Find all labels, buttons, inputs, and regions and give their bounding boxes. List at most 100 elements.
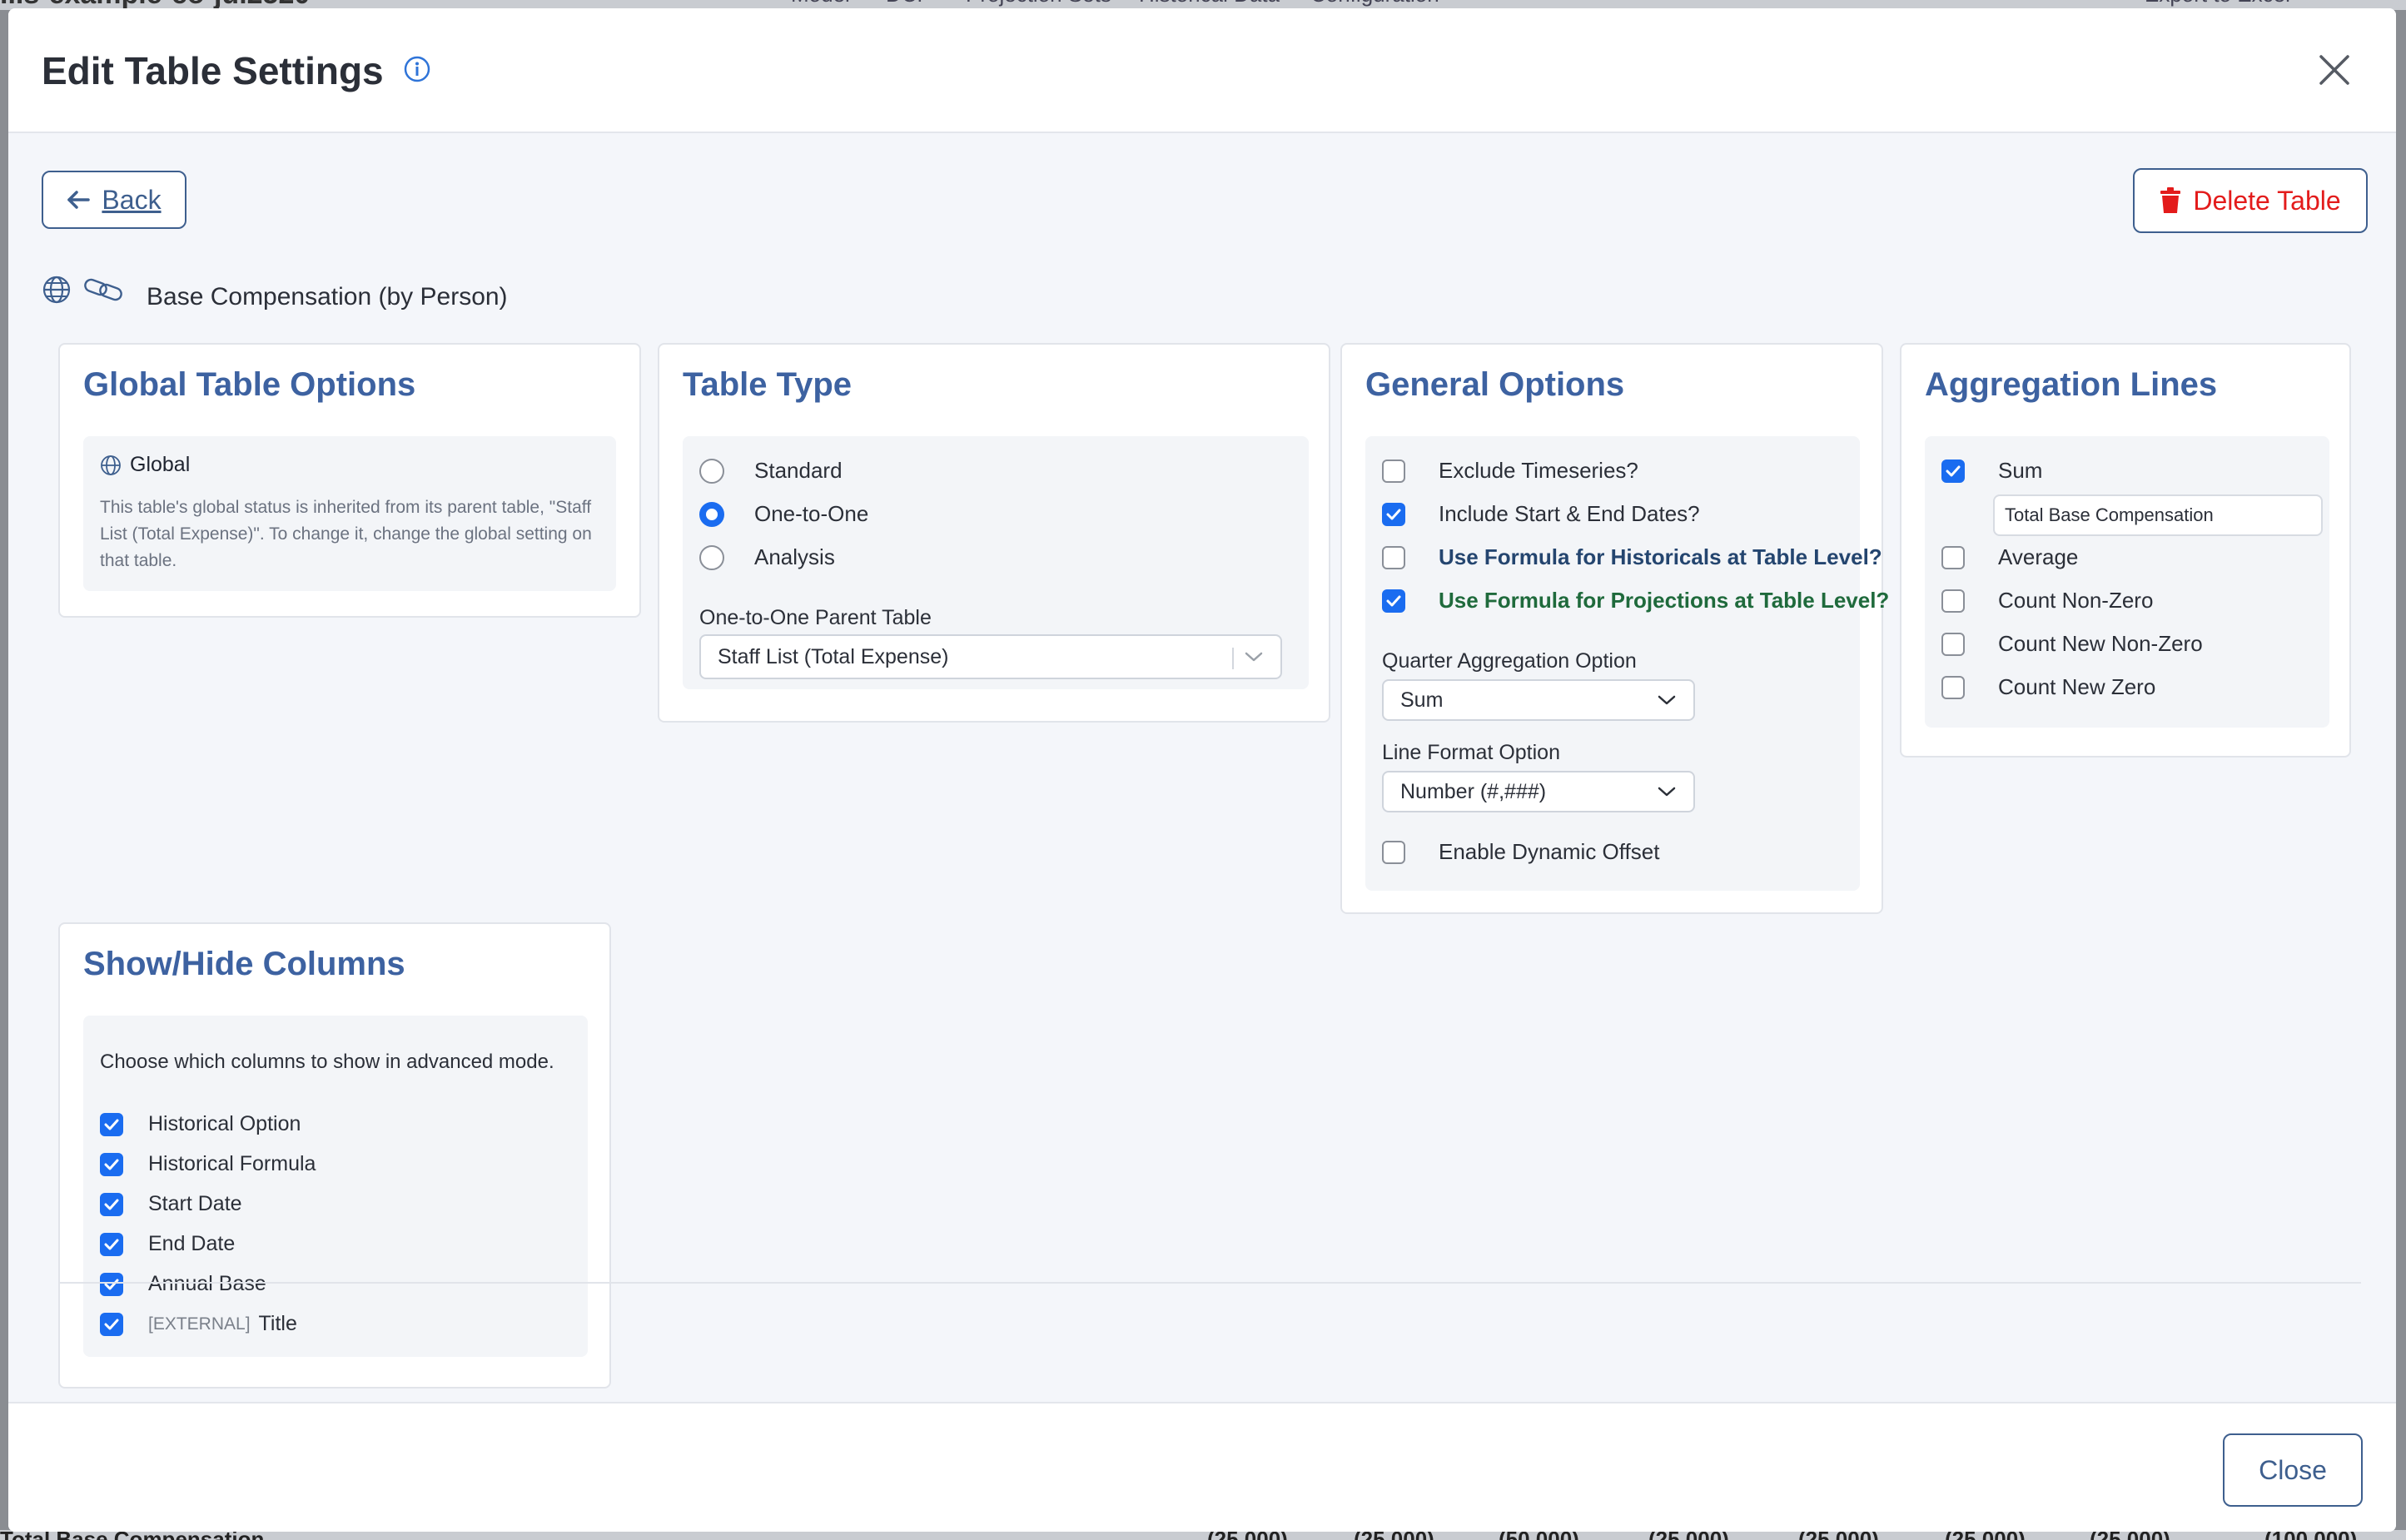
check-icon (104, 1319, 119, 1329)
checkbox[interactable] (1941, 459, 1965, 483)
global-status-label: Global (130, 453, 191, 476)
columns-hint: Choose which columns to show in advanced… (100, 1051, 554, 1073)
show-hide-columns-card: Show/Hide Columns Choose which columns t… (58, 922, 611, 1388)
checkbox-label: Use Formula for Projections at Table Lev… (1439, 588, 1890, 613)
aggregation-count-new-non-zero-option[interactable]: Count New Non-Zero (1941, 631, 2203, 657)
check-icon (1386, 595, 1401, 606)
columns-panel: Choose which columns to show in advanced… (83, 1016, 588, 1357)
aggregation-sum-option[interactable]: Sum (1941, 458, 2042, 484)
background-tab: DCF (886, 0, 930, 7)
sum-line-name-input[interactable]: Total Base Compensation (1993, 494, 2323, 536)
chevron-down-icon (1658, 695, 1676, 705)
parent-table-label: One-to-One Parent Table (699, 606, 932, 629)
select-divider (1232, 648, 1234, 669)
aggregation-lines-card: Aggregation Lines Sum Total Base Compens… (1900, 343, 2351, 758)
close-icon[interactable] (2316, 52, 2353, 88)
checkbox[interactable] (1941, 675, 1965, 699)
checkbox-label: Historical Option (148, 1112, 301, 1135)
globe-icon (42, 276, 71, 304)
background-tab: Configuration (1310, 0, 1439, 7)
checkbox[interactable] (100, 1152, 123, 1176)
quarter-aggregation-select[interactable]: Sum (1382, 679, 1695, 721)
table-type-one-to-one-radio[interactable]: One-to-One (699, 501, 868, 527)
next-card-edge (58, 1282, 2361, 1290)
checkbox[interactable] (100, 1112, 123, 1136)
background-tab: Model (791, 0, 850, 7)
general-options-card: General Options Exclude Timeseries? Incl… (1340, 343, 1889, 914)
dynamic-offset-option[interactable]: Enable Dynamic Offset (1382, 839, 1659, 865)
checkbox-label: Count New Zero (1998, 674, 2156, 699)
checkbox[interactable] (1941, 545, 1965, 569)
checkbox[interactable] (1382, 545, 1405, 569)
table-type-card: Table Type Standard One-to-One Analysis … (658, 343, 1330, 723)
radio-button[interactable] (699, 544, 724, 570)
close-button-label: Close (2259, 1454, 2327, 1485)
background-export-button: Export to Excel (2145, 0, 2290, 7)
column-title-option[interactable]: [EXTERNAL] Title (100, 1312, 297, 1336)
formula-projections-option[interactable]: Use Formula for Projections at Table Lev… (1382, 588, 1889, 614)
checkbox[interactable] (1941, 632, 1965, 656)
checkbox[interactable] (100, 1232, 123, 1256)
check-icon (104, 1119, 119, 1130)
aggregation-panel: Sum Total Base Compensation Average Coun… (1925, 436, 2329, 728)
radio-label: One-to-One (754, 501, 869, 526)
aggregation-count-new-zero-option[interactable]: Count New Zero (1941, 674, 2155, 700)
sum-line-name-value: Total Base Compensation (2005, 504, 2214, 525)
line-format-value: Number (#,###) (1400, 779, 1547, 803)
parent-table-value: Staff List (Total Expense) (718, 644, 949, 668)
trash-icon (2160, 187, 2181, 213)
parent-table-select[interactable]: Staff List (Total Expense) (699, 634, 1282, 679)
exclude-timeseries-option[interactable]: Exclude Timeseries? (1382, 458, 1638, 484)
include-start-end-dates-option[interactable]: Include Start & End Dates? (1382, 501, 1700, 527)
radio-button[interactable] (699, 501, 724, 527)
checkbox[interactable] (1382, 589, 1405, 613)
table-type-standard-radio[interactable]: Standard (699, 458, 843, 484)
chevron-down-icon (1245, 652, 1263, 662)
external-tag: [EXTERNAL] (148, 1314, 251, 1334)
check-icon (1946, 465, 1961, 476)
checkbox[interactable] (1382, 840, 1405, 864)
quarter-aggregation-label: Quarter Aggregation Option (1382, 649, 1637, 673)
global-status-panel: Global This table's global status is inh… (83, 436, 616, 591)
global-status-description: This table's global status is inherited … (100, 498, 592, 570)
edit-table-settings-modal: Edit Table Settings Back Delete Table Ba… (8, 8, 2396, 1532)
table-type-analysis-radio[interactable]: Analysis (699, 544, 835, 570)
aggregation-average-option[interactable]: Average (1941, 544, 2078, 570)
checkbox[interactable] (1382, 502, 1405, 526)
checkbox[interactable] (1941, 589, 1965, 613)
delete-table-button[interactable]: Delete Table (2133, 168, 2368, 233)
check-icon (104, 1199, 119, 1210)
aggregation-count-non-zero-option[interactable]: Count Non-Zero (1941, 588, 2153, 614)
checkbox[interactable] (100, 1312, 123, 1336)
formula-historicals-option[interactable]: Use Formula for Historicals at Table Lev… (1382, 544, 1882, 570)
background-tab: Projection Sets (966, 0, 1111, 7)
checkbox-label: Exclude Timeseries? (1439, 458, 1638, 483)
back-button-label: Back (102, 184, 162, 215)
checkbox-label: Start Date (148, 1192, 242, 1215)
check-icon (1386, 509, 1401, 519)
line-format-select[interactable]: Number (#,###) (1382, 771, 1695, 812)
checkbox[interactable] (100, 1192, 123, 1216)
table-type-panel: Standard One-to-One Analysis One-to-One … (683, 436, 1309, 689)
checkbox-label: Enable Dynamic Offset (1439, 839, 1660, 864)
back-button[interactable]: Back (42, 171, 186, 229)
info-icon[interactable] (403, 55, 431, 83)
quarter-aggregation-value: Sum (1400, 688, 1444, 712)
aggregation-heading: Aggregation Lines (1925, 366, 2218, 403)
close-button[interactable]: Close (2223, 1433, 2363, 1507)
column-historical-option[interactable]: Historical Option (100, 1112, 301, 1136)
checkbox-label: Include Start & End Dates? (1439, 501, 1700, 526)
global-table-options-card: Global Table Options Global This table's… (58, 343, 641, 618)
radio-button[interactable] (699, 458, 724, 484)
column-start-date-option[interactable]: Start Date (100, 1192, 242, 1216)
general-options-panel: Exclude Timeseries? Include Start & End … (1365, 436, 1889, 891)
modal-footer: Close (8, 1402, 2396, 1532)
checkbox-label: Count Non-Zero (1998, 588, 2154, 613)
link-icon (84, 278, 122, 301)
chevron-down-icon (1658, 787, 1676, 797)
arrow-left-icon (67, 191, 91, 209)
column-historical-formula-option[interactable]: Historical Formula (100, 1152, 316, 1176)
column-end-date-option[interactable]: End Date (100, 1232, 235, 1256)
checkbox[interactable] (1382, 459, 1405, 483)
modal-header: Edit Table Settings (8, 8, 2396, 133)
